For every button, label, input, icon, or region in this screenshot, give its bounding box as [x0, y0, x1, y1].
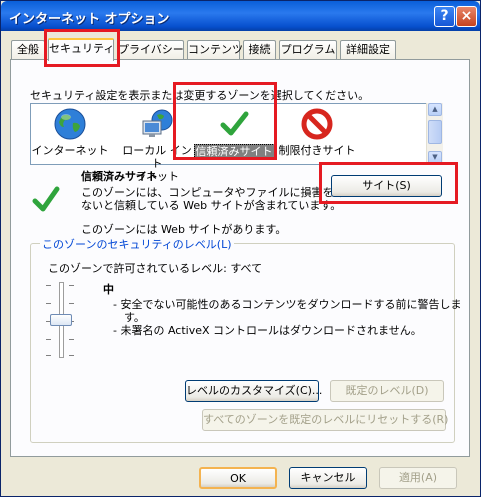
restricted-icon — [301, 108, 333, 140]
tab-privacy[interactable]: プライバシー — [117, 40, 184, 59]
close-button[interactable]: × — [456, 6, 477, 27]
globe-icon — [54, 108, 86, 140]
reset-all-zones-button[interactable]: すべてのゾーンを既定のレベルにリセットする(R) — [202, 409, 448, 431]
zone-description-2: ないと信頼している Web サイトが含まれています。 — [81, 199, 342, 212]
zone-name: 信頼済みサイト — [81, 170, 158, 183]
scroll-up-icon[interactable]: ▲ — [428, 103, 442, 116]
security-level-slider[interactable] — [43, 282, 83, 358]
zone-sites-note: このゾーンには Web サイトがあります。 — [81, 223, 287, 236]
zone-restricted-sites[interactable]: 制限付きサイト — [275, 107, 359, 157]
level-point-1: - 安全でない可能性のあるコンテンツをダウンロードする前に警告しま — [113, 298, 462, 311]
level-point-2: - 未署名の ActiveX コントロールはダウンロードされません。 — [113, 324, 422, 337]
security-level-group-title: このゾーンのセキュリティのレベル(L) — [40, 236, 234, 252]
local-intranet-icon — [142, 109, 173, 137]
cancel-button[interactable]: キャンセル — [289, 467, 367, 489]
security-level-name: 中 — [103, 283, 114, 296]
slider-thumb[interactable] — [50, 314, 72, 326]
tab-connections[interactable]: 接続 — [243, 40, 276, 59]
zone-list-scrollbar[interactable]: ▲ ▼ — [426, 103, 443, 165]
tab-programs[interactable]: プログラム — [279, 40, 337, 59]
title-bar[interactable]: インターネット オプション ? × — [1, 1, 480, 31]
default-level-button[interactable]: 既定のレベル(D) — [330, 380, 444, 402]
help-button[interactable]: ? — [434, 6, 455, 27]
highlight-security-tab — [44, 29, 120, 67]
tab-content[interactable]: コンテンツ — [187, 40, 243, 59]
ok-button[interactable]: OK — [199, 467, 277, 489]
scroll-thumb[interactable] — [428, 120, 442, 144]
highlight-trusted-sites — [173, 82, 277, 160]
zone-restricted-sites-label: 制限付きサイト — [278, 144, 356, 157]
custom-level-button[interactable]: レベルのカスタマイズ(C)... — [185, 380, 322, 402]
tab-advanced[interactable]: 詳細設定 — [340, 40, 396, 59]
zone-internet[interactable]: インターネット — [31, 107, 109, 157]
trusted-zone-checkmark-icon — [32, 186, 60, 212]
internet-options-window: インターネット オプション ? × 全般 セキュリティ プライバシー コンテンツ… — [0, 0, 481, 497]
apply-button[interactable]: 適用(A) — [379, 467, 457, 489]
zone-internet-label: インターネット — [31, 144, 109, 157]
highlight-sites-button — [319, 162, 458, 204]
allowed-level-label: このゾーンで許可されているレベル: すべて — [48, 262, 263, 275]
tab-general[interactable]: 全般 — [11, 40, 45, 59]
window-title: インターネット オプション — [9, 12, 170, 27]
